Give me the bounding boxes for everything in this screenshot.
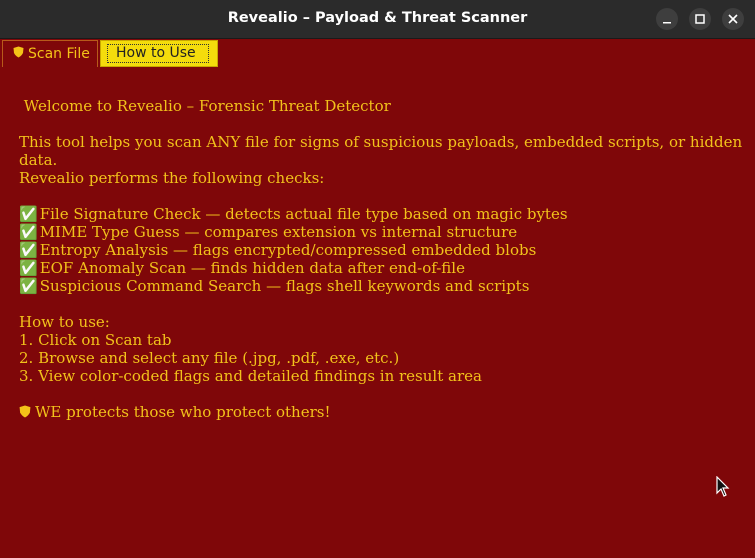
shield-icon [13, 46, 24, 62]
check-item: ✅ EOF Anomaly Scan — finds hidden data af… [19, 259, 749, 277]
check-label: EOF Anomaly Scan — finds hidden data aft… [39, 259, 465, 277]
check-label: Entropy Analysis — flags encrypted/compr… [39, 241, 537, 259]
step-item: 3. View color-coded flags and detailed f… [19, 367, 482, 385]
tab-bar: Scan File How to Use [0, 38, 755, 68]
intro-line-1: This tool helps you scan ANY file for si… [19, 133, 743, 151]
check-label: MIME Type Guess — compares extension vs … [39, 223, 518, 241]
tab-how-to-use[interactable]: How to Use [100, 40, 218, 67]
step-item: 1. Click on Scan tab [19, 331, 172, 349]
howto-title: How to use: [19, 313, 110, 331]
title-bar[interactable]: Revealio – Payload & Threat Scanner [0, 0, 755, 39]
check-item: ✅ Suspicious Command Search — flags shell… [19, 277, 749, 295]
check-label: Suspicious Command Search — flags shell … [39, 277, 530, 295]
check-label: File Signature Check — detects actual fi… [39, 205, 568, 223]
mouse-pointer-icon [716, 475, 730, 502]
intro-line-2: data. [19, 151, 58, 169]
window-title: Revealio – Payload & Threat Scanner [227, 10, 528, 26]
app-window: Revealio – Payload & Threat Scanner Scan… [0, 0, 755, 558]
check-item: ✅ File Signature Check — detects actual f… [19, 205, 749, 223]
footer-line: WE protects those who protect others! [19, 403, 749, 422]
footer-text: WE protects those who protect others! [35, 403, 331, 421]
tab-how-to-use-label: How to Use [107, 44, 209, 63]
checkmark-icon: ✅ [19, 205, 38, 223]
checkmark-icon: ✅ [19, 277, 38, 295]
tab-scan-file[interactable]: Scan File [2, 40, 98, 67]
check-item: ✅ MIME Type Guess — compares extension vs… [19, 223, 749, 241]
checkmark-icon: ✅ [19, 223, 38, 241]
maximize-icon [695, 14, 705, 24]
welcome-heading: Welcome to Revealio – Forensic Threat De… [19, 97, 391, 115]
minimize-button[interactable] [656, 8, 678, 30]
tab-scan-file-label: Scan File [28, 46, 90, 62]
check-item: ✅ Entropy Analysis — flags encrypted/comp… [19, 241, 749, 259]
minimize-icon [663, 22, 671, 24]
maximize-button[interactable] [689, 8, 711, 30]
help-text-area: Welcome to Revealio – Forensic Threat De… [19, 97, 749, 422]
step-item: 2. Browse and select any file (.jpg, .pd… [19, 349, 400, 367]
close-icon [728, 14, 738, 24]
intro-line-3: Revealio performs the following checks: [19, 169, 325, 187]
shield-icon [19, 404, 31, 422]
checkmark-icon: ✅ [19, 259, 38, 277]
close-button[interactable] [722, 8, 744, 30]
checkmark-icon: ✅ [19, 241, 38, 259]
